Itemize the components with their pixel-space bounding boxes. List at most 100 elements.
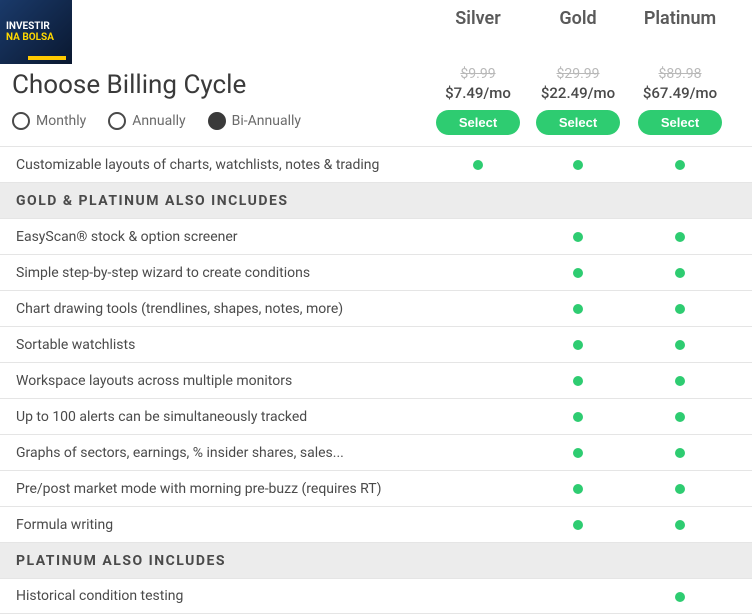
feature-label: Workspace layouts across multiple monito… xyxy=(0,365,428,397)
header-row: INVESTIR NA BOLSA Silver Gold Platinum xyxy=(0,0,752,64)
tier-cell xyxy=(628,263,732,282)
tier-price-silver: $9.99 $7.49/mo Select xyxy=(428,66,528,135)
tier-cell xyxy=(528,443,628,462)
tier-header-silver: Silver xyxy=(428,0,528,33)
feature-row: Workspace layouts across multiple monito… xyxy=(0,362,752,398)
check-dot-icon xyxy=(573,340,583,350)
tier-cell xyxy=(528,479,628,498)
tier-cell xyxy=(628,299,732,318)
tier-cell xyxy=(628,335,732,354)
select-button-gold[interactable]: Select xyxy=(536,110,620,135)
tier-cell xyxy=(528,263,628,282)
tier-cells xyxy=(428,263,752,282)
feature-label: Graphs of sectors, earnings, % insider s… xyxy=(0,437,428,469)
feature-label: Simple step-by-step wizard to create con… xyxy=(0,257,428,289)
radio-icon xyxy=(208,112,226,130)
tier-cell xyxy=(428,263,528,282)
tier-cells xyxy=(428,407,752,426)
check-dot-icon xyxy=(573,304,583,314)
tier-cell xyxy=(528,299,628,318)
tier-price-platinum: $89.98 $67.49/mo Select xyxy=(628,66,732,135)
tier-name-label: Silver xyxy=(428,0,528,33)
tier-cell xyxy=(628,227,732,246)
check-dot-icon xyxy=(573,484,583,494)
feature-row: Pre/post market mode with morning pre-bu… xyxy=(0,470,752,506)
feature-label: Customizable layouts of charts, watchlis… xyxy=(0,149,428,181)
check-dot-icon xyxy=(573,268,583,278)
tier-cell xyxy=(628,407,732,426)
check-dot-icon xyxy=(675,232,685,242)
tier-cells xyxy=(428,515,752,534)
check-dot-icon xyxy=(675,304,685,314)
tier-cells xyxy=(428,443,752,462)
feature-row: Formula writing xyxy=(0,506,752,542)
original-price: $89.98 xyxy=(628,66,732,82)
tier-name-label: Gold xyxy=(528,0,628,33)
feature-label: Historical condition testing xyxy=(0,580,428,612)
billing-cycle-bi-annually[interactable]: Bi-Annually xyxy=(208,112,301,130)
feature-label: Formula writing xyxy=(0,509,428,541)
tier-cells xyxy=(428,479,752,498)
tier-cell xyxy=(528,335,628,354)
tier-cell xyxy=(428,227,528,246)
current-price: $22.49/mo xyxy=(528,84,628,102)
section-label: GOLD & PLATINUM ALSO INCLUDES xyxy=(0,185,752,217)
feature-label: EasyScan® stock & option screener xyxy=(0,221,428,253)
current-price: $7.49/mo xyxy=(428,84,528,102)
feature-label: Sortable watchlists xyxy=(0,329,428,361)
section-header: PLATINUM ALSO INCLUDES xyxy=(0,542,752,578)
heading-left: Choose Billing Cycle Monthly Annually Bi… xyxy=(0,66,428,140)
logo-accent-bar xyxy=(28,56,66,60)
tier-cell xyxy=(428,515,528,534)
tier-cells xyxy=(428,227,752,246)
check-dot-icon xyxy=(573,160,583,170)
tier-cell xyxy=(428,371,528,390)
section-header: GOLD & PLATINUM ALSO INCLUDES xyxy=(0,182,752,218)
heading-row: Choose Billing Cycle Monthly Annually Bi… xyxy=(0,66,752,140)
tier-cells xyxy=(428,371,752,390)
tier-cells xyxy=(428,299,752,318)
select-button-platinum[interactable]: Select xyxy=(638,110,722,135)
tier-cell xyxy=(628,443,732,462)
feature-label: Up to 100 alerts can be simultaneously t… xyxy=(0,401,428,433)
tier-names-row: Silver Gold Platinum xyxy=(428,0,752,33)
feature-row: Customizable layouts of charts, watchlis… xyxy=(0,146,752,182)
billing-cycle-monthly[interactable]: Monthly xyxy=(12,112,86,130)
tier-cell xyxy=(428,407,528,426)
feature-label: Pre/post market mode with morning pre-bu… xyxy=(0,473,428,505)
check-dot-icon xyxy=(573,412,583,422)
feature-label: Chart drawing tools (trendlines, shapes,… xyxy=(0,293,428,325)
tier-header-platinum: Platinum xyxy=(628,0,732,33)
tier-cell xyxy=(528,371,628,390)
check-dot-icon xyxy=(675,268,685,278)
tier-cells xyxy=(428,155,752,174)
select-button-silver[interactable]: Select xyxy=(436,110,520,135)
tier-header-gold: Gold xyxy=(528,0,628,33)
logo-text-line1: INVESTIR xyxy=(6,21,66,32)
tier-cell xyxy=(628,479,732,498)
tier-cell xyxy=(528,407,628,426)
check-dot-icon xyxy=(675,484,685,494)
tier-cell xyxy=(428,299,528,318)
check-dot-icon xyxy=(573,376,583,386)
radio-icon xyxy=(12,112,30,130)
check-dot-icon xyxy=(573,520,583,530)
billing-cycle-annually[interactable]: Annually xyxy=(108,112,185,130)
feature-row: Chart drawing tools (trendlines, shapes,… xyxy=(0,290,752,326)
tier-cells xyxy=(428,335,752,354)
billing-cycle-options: Monthly Annually Bi-Annually xyxy=(12,112,428,140)
tier-cell xyxy=(628,371,732,390)
tier-cell xyxy=(428,155,528,174)
radio-label: Monthly xyxy=(36,113,86,129)
check-dot-icon xyxy=(675,520,685,530)
tier-cell xyxy=(428,335,528,354)
brand-logo: INVESTIR NA BOLSA xyxy=(0,0,72,64)
check-dot-icon xyxy=(675,448,685,458)
tier-cell xyxy=(528,227,628,246)
check-dot-icon xyxy=(573,448,583,458)
tier-cell xyxy=(528,155,628,174)
feature-row: EasyScan® stock & option screener xyxy=(0,218,752,254)
check-dot-icon xyxy=(675,160,685,170)
radio-label: Annually xyxy=(132,113,185,129)
check-dot-icon xyxy=(675,340,685,350)
